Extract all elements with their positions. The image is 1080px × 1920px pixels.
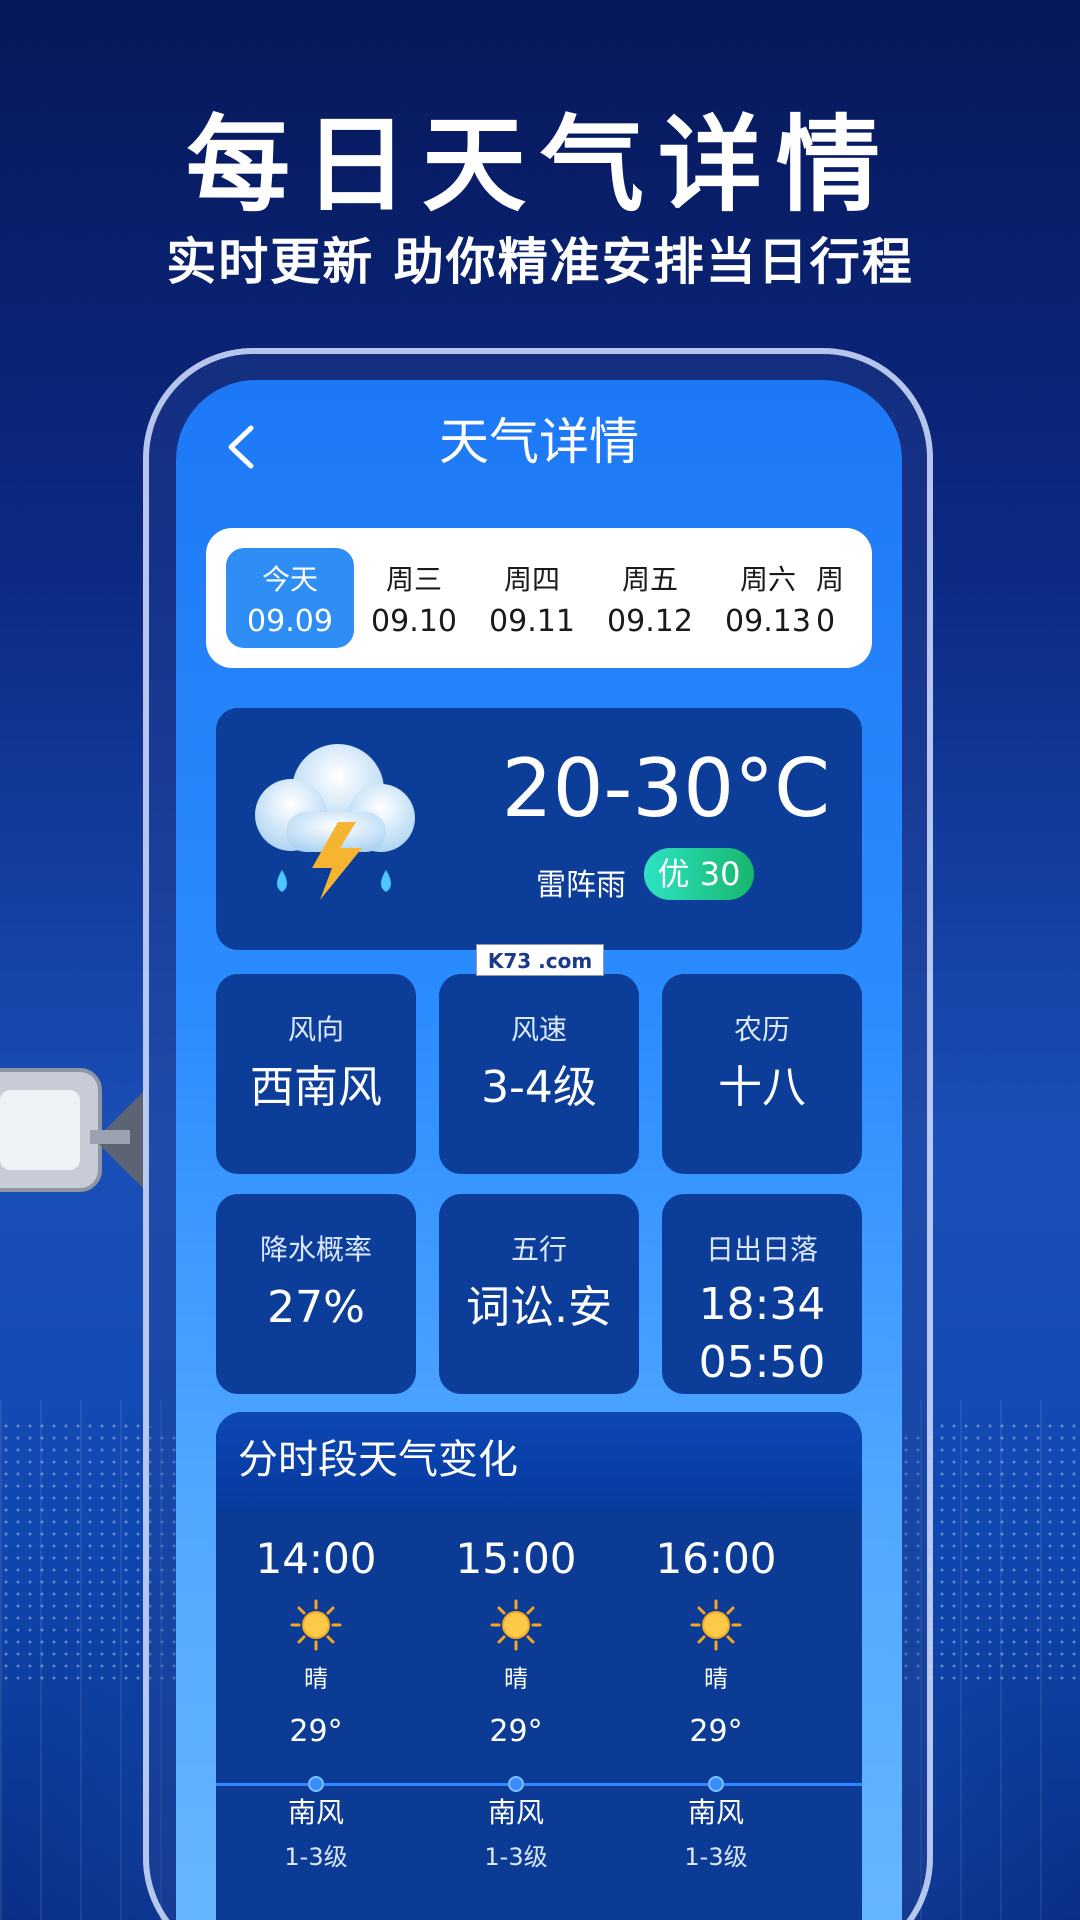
date-tab-label: 周六 [739, 563, 796, 596]
precipitation-card: 降水概率 27% [216, 1194, 416, 1394]
date-tab-sun[interactable]: 周 0 [816, 548, 872, 648]
watermark-logo: K73 .com [476, 944, 604, 976]
five-elements-card: 五行 词讼.安 [439, 1194, 639, 1394]
sunset-time: 18:34 [698, 1279, 826, 1330]
sun-icon [490, 1599, 542, 1651]
date-tab-date: 09.13 [725, 604, 811, 639]
info-label: 日出日落 [705, 1233, 818, 1266]
date-tab-label: 今天 [261, 563, 318, 596]
hour-item: 15:00 晴 29° 南风 1-3级 [416, 1512, 616, 1872]
date-tabs: 今天 09.09 周三 09.10 周四 09.11 周五 09.12 周六 0… [206, 528, 872, 668]
info-label: 风向 [287, 1013, 344, 1046]
hour-item: 14:00 晴 29° 南风 1-3级 [216, 1512, 416, 1872]
sunrise-time: 05:50 [698, 1337, 826, 1388]
hour-wind-level: 1-3级 [484, 1843, 548, 1871]
sun-icon [290, 1599, 342, 1651]
hour-wind: 南风 [287, 1796, 344, 1829]
date-tab-today[interactable]: 今天 09.09 [226, 548, 354, 648]
temperature-point [708, 1776, 724, 1792]
wind-direction-card: 风向 西南风 [216, 974, 416, 1174]
info-label: 五行 [510, 1233, 567, 1266]
info-label: 降水概率 [259, 1233, 372, 1266]
date-tab-label: 周五 [621, 563, 678, 596]
hour-temperature: 29° [289, 1714, 343, 1749]
hour-wind-level: 1-3级 [684, 1843, 748, 1871]
info-label: 风速 [510, 1013, 567, 1046]
info-value: 词讼.安 [466, 1282, 612, 1333]
lunar-date-card: 农历 十八 [662, 974, 862, 1174]
aqi-badge: 优 30 [644, 848, 754, 900]
date-tab-date: 09.09 [247, 604, 333, 639]
today-weather-card: 20-30°C 雷阵雨 优 30 [216, 708, 862, 950]
hour-time: 16:00 [655, 1534, 777, 1583]
weather-condition: 雷阵雨 [536, 868, 626, 903]
satellite-illustration [0, 1068, 145, 1192]
wind-speed-card: 风速 3-4级 [439, 974, 639, 1174]
date-tab-label: 周 [816, 563, 845, 596]
date-tab-sat[interactable]: 周六 09.13 [704, 548, 832, 648]
hour-time: 15:00 [455, 1534, 577, 1583]
hero-subtitle: 实时更新 助你精准安排当日行程 [166, 233, 914, 291]
hour-temperature: 29° [689, 1714, 743, 1749]
hourly-body[interactable]: 14:00 晴 29° 南风 1-3级 15:00 晴 29° 南风 1-3级 … [216, 1512, 862, 1920]
date-tab-label: 周四 [503, 563, 560, 596]
hour-wind-level: 1-3级 [284, 1843, 348, 1871]
info-label: 农历 [733, 1013, 790, 1046]
date-tab-thu[interactable]: 周四 09.11 [468, 548, 596, 648]
hero-title: 每日天气详情 [185, 104, 894, 226]
hour-condition: 晴 [504, 1665, 528, 1693]
temperature-point [308, 1776, 324, 1792]
thunderstorm-cloud-icon [255, 744, 415, 900]
temperature-point [508, 1776, 524, 1792]
sunrise-sunset-card: 日出日落 18:34 05:50 [662, 1194, 862, 1394]
hour-condition: 晴 [704, 1665, 728, 1693]
date-tab-label: 周三 [385, 563, 442, 596]
date-tab-date: 0 [816, 604, 836, 639]
page-title: 天气详情 [439, 413, 639, 471]
hourly-forecast-card: 分时段天气变化 14:00 晴 29° 南风 1-3级 15:00 晴 29° … [216, 1412, 862, 1920]
date-tab-date: 09.11 [489, 604, 575, 639]
hourly-title: 分时段天气变化 [216, 1412, 862, 1512]
date-tab-fri[interactable]: 周五 09.12 [586, 548, 714, 648]
phone-screen: 天气详情 今天 09.09 周三 09.10 周四 09.11 周五 09.12… [176, 380, 902, 1920]
info-value: 十八 [718, 1062, 806, 1113]
temperature-range: 20-30°C [501, 742, 830, 835]
hour-condition: 晴 [304, 1665, 328, 1693]
hour-item: 16:00 晴 29° 南风 1-3级 [616, 1512, 816, 1872]
hour-wind: 南风 [487, 1796, 544, 1829]
date-tab-wed[interactable]: 周三 09.10 [350, 548, 478, 648]
hour-temperature: 29° [489, 1714, 543, 1749]
hour-wind: 南风 [687, 1796, 744, 1829]
top-bar: 天气详情 [176, 380, 902, 510]
sun-icon [690, 1599, 742, 1651]
info-value: 3-4级 [481, 1062, 597, 1113]
date-tab-date: 09.12 [607, 604, 693, 639]
info-value: 西南风 [250, 1062, 382, 1113]
date-tab-date: 09.10 [371, 604, 457, 639]
hour-time: 14:00 [255, 1534, 377, 1583]
info-value: 27% [267, 1282, 365, 1333]
